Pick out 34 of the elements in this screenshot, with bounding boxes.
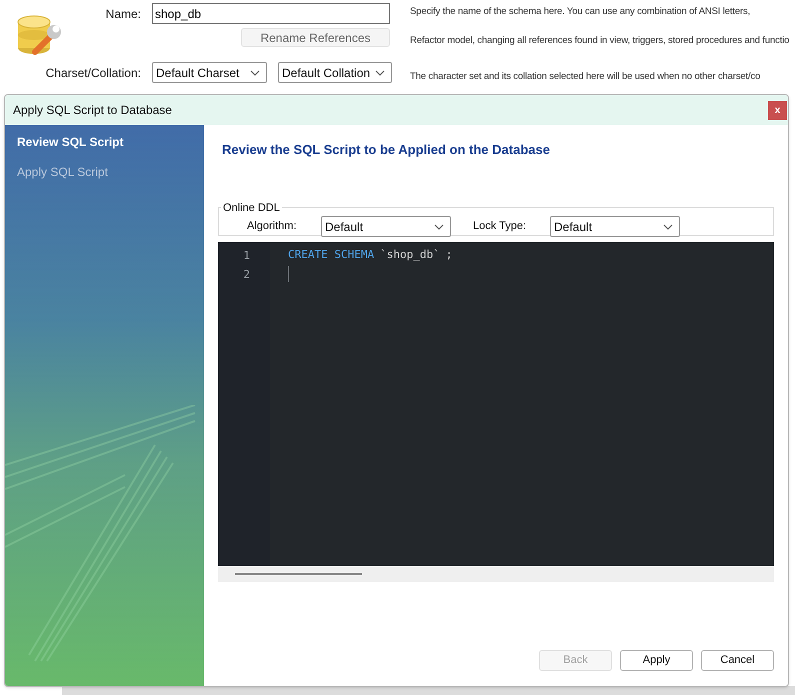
code-editor[interactable]: 1 2 CREATE SCHEMA `shop_db` ; — [218, 242, 774, 566]
rename-references-button[interactable]: Rename References — [241, 28, 390, 47]
name-field[interactable]: shop_db — [152, 3, 390, 24]
collation-dropdown[interactable]: Default Collation — [278, 62, 392, 83]
wizard-step: Apply SQL Script — [17, 163, 204, 181]
chevron-down-icon — [250, 70, 260, 76]
scrollbar-thumb[interactable] — [235, 572, 362, 574]
lock-type-dropdown[interactable]: Default — [550, 216, 680, 237]
algorithm-dropdown[interactable]: Default — [321, 216, 451, 237]
group-legend: Online DDL — [221, 200, 282, 216]
code-token: CREATE SCHEMA — [288, 246, 374, 263]
close-button[interactable]: x — [768, 100, 787, 120]
line-number: 1 — [243, 248, 250, 264]
dialog-title: Apply SQL Script to Database — [13, 102, 172, 119]
dialog-button[interactable]: Apply — [620, 650, 693, 671]
database-wrench-icon — [17, 14, 63, 58]
line-number: 2 — [243, 266, 250, 282]
description-text: The character set and its collation selected here will be used when no other charset/co — [410, 70, 762, 84]
code-token: `shop_db` — [380, 246, 440, 263]
charset-dropdown[interactable]: Default Charset — [152, 62, 267, 83]
lock-type-label: Lock Type: — [473, 219, 527, 234]
algorithm-label: Algorithm: — [247, 219, 298, 234]
page-heading: Review the SQL Script to be Applied on the Database — [222, 141, 551, 159]
horizontal-scrollbar[interactable] — [218, 566, 774, 582]
charset-label: Charset/Collation: — [45, 64, 141, 82]
wizard-step: Review SQL Script — [17, 133, 204, 151]
chevron-down-icon — [434, 224, 444, 230]
dialog-button[interactable]: Cancel — [701, 650, 774, 671]
description-text: Refactor model, changing all references found in view, triggers, stored procedures and functio — [410, 34, 790, 48]
code-token: ; — [446, 246, 452, 263]
description-text: Specify the name of the schema here. You can use any combination of ANSI letters, — [410, 5, 752, 19]
name-label: Name: — [104, 6, 141, 22]
chevron-down-icon — [663, 224, 673, 230]
chevron-down-icon — [375, 70, 385, 76]
